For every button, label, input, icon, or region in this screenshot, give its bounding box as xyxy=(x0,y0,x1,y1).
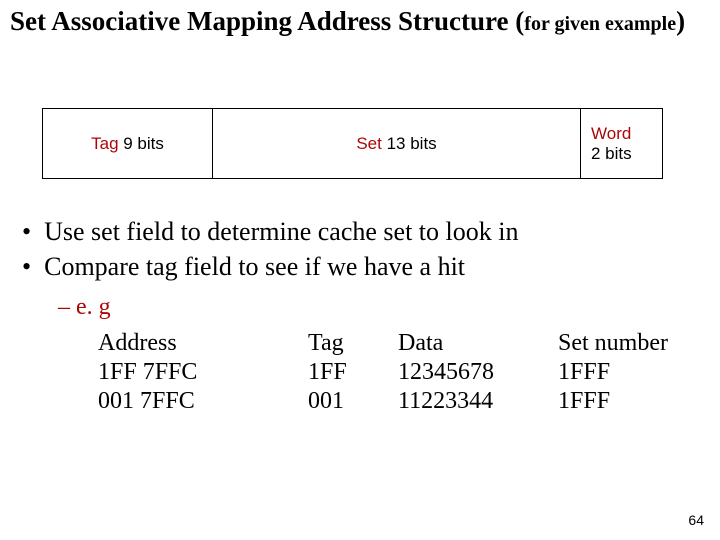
example-row: 001 7FFC 001 11223344 1FFF xyxy=(98,388,708,417)
cell-tag: 1FF xyxy=(308,359,398,388)
slide: Set Associative Mapping Address Structur… xyxy=(0,0,720,540)
title-paren-open: ( xyxy=(515,6,524,36)
example-row: 1FF 7FFC 1FF 12345678 1FFF xyxy=(98,359,708,388)
field-word-label: Word xyxy=(591,124,631,143)
bullet-1-text: Use set field to determine cache set to … xyxy=(44,217,518,246)
header-data: Data xyxy=(398,330,558,359)
title-paren-close: ) xyxy=(676,6,685,36)
field-tag-bits: 9 bits xyxy=(119,134,164,153)
example-header-row: Address Tag Data Set number xyxy=(98,330,708,359)
cell-data: 11223344 xyxy=(398,388,558,417)
cell-tag: 001 xyxy=(308,388,398,417)
field-word: Word 2 bits xyxy=(581,109,663,179)
page-number: 64 xyxy=(688,512,704,528)
field-set: Set 13 bits xyxy=(213,109,581,179)
header-address: Address xyxy=(98,330,308,359)
title-sub: for given example xyxy=(524,13,676,35)
address-structure-table: Tag 9 bits Set 13 bits Word 2 bits xyxy=(42,108,663,179)
header-set: Set number xyxy=(558,330,708,359)
field-word-bits: 2 bits xyxy=(591,144,632,163)
field-tag: Tag 9 bits xyxy=(43,109,213,179)
bullet-list: • Use set field to determine cache set t… xyxy=(22,216,518,283)
field-set-label: Set xyxy=(356,134,382,153)
cell-set: 1FFF xyxy=(558,359,708,388)
example-heading-text: e. g xyxy=(76,294,111,320)
bullet-2: • Compare tag field to see if we have a … xyxy=(22,251,518,284)
cell-address: 001 7FFC xyxy=(98,388,308,417)
example-table: Address Tag Data Set number 1FF 7FFC 1FF… xyxy=(98,330,708,417)
example-heading: – e. g xyxy=(58,294,111,321)
slide-title: Set Associative Mapping Address Structur… xyxy=(10,6,685,37)
bullet-2-text: Compare tag field to see if we have a hi… xyxy=(44,252,465,281)
cell-set: 1FFF xyxy=(558,388,708,417)
field-set-bits: 13 bits xyxy=(382,134,437,153)
cell-address: 1FF 7FFC xyxy=(98,359,308,388)
title-main: Set Associative Mapping Address Structur… xyxy=(10,6,515,36)
bullet-1: • Use set field to determine cache set t… xyxy=(22,216,518,249)
field-tag-label: Tag xyxy=(91,134,118,153)
header-tag: Tag xyxy=(308,330,398,359)
cell-data: 12345678 xyxy=(398,359,558,388)
